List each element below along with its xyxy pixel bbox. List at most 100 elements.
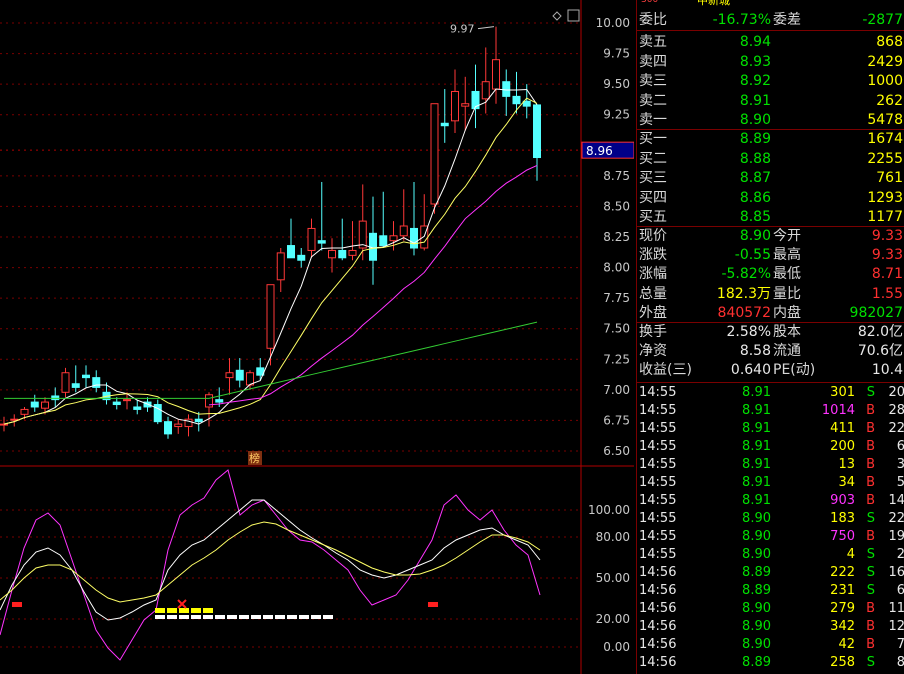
ask-price: 8.94 bbox=[739, 34, 771, 50]
tick-price: 8.90 bbox=[742, 529, 771, 544]
kline-chart-area[interactable]: 10.00 9.75 9.50 9.25 8.75 8.50 8.25 8.00 7.75 7.5… bbox=[0, 0, 634, 674]
weicha-value: -2877 bbox=[862, 12, 903, 28]
tick-time: 14:55 bbox=[639, 547, 677, 562]
tick-count: 19 bbox=[888, 529, 904, 544]
candle-body bbox=[20, 408, 29, 415]
candle-body bbox=[328, 249, 336, 259]
price-tick-label: 8.75 bbox=[603, 169, 630, 183]
tick-row: 14:56 8.90 342 B 12 bbox=[637, 618, 904, 636]
stat-label-2: 量比 bbox=[773, 285, 801, 302]
signal-bar-white bbox=[323, 615, 333, 619]
fund-value-2: 10.4 bbox=[871, 362, 903, 379]
tick-row: 14:55 8.91 903 B 14 bbox=[637, 492, 904, 510]
candle-body bbox=[30, 401, 39, 408]
tick-side: S bbox=[866, 511, 875, 526]
candle-body bbox=[41, 401, 49, 409]
candle-body bbox=[276, 252, 285, 281]
stat-value: -0.55 bbox=[734, 247, 771, 264]
candle-body bbox=[0, 423, 8, 426]
stat-value-2: 9.33 bbox=[871, 247, 903, 264]
tick-volume: 342 bbox=[830, 619, 855, 634]
tick-volume: 258 bbox=[830, 655, 855, 670]
tick-row: 14:55 8.91 13 B 3 bbox=[637, 456, 904, 474]
fund-value: 8.58 bbox=[739, 343, 771, 360]
tick-price: 8.91 bbox=[742, 421, 771, 436]
signal-bar-yellow bbox=[167, 608, 177, 613]
stat-value-2: 1.55 bbox=[871, 285, 903, 302]
ask-volume: 2429 bbox=[867, 53, 903, 70]
tick-side: S bbox=[866, 547, 875, 562]
price-tick-label: 8.25 bbox=[603, 230, 630, 244]
candle-body bbox=[307, 227, 316, 251]
tick-volume: 13 bbox=[838, 457, 855, 472]
tick-price: 8.91 bbox=[742, 385, 771, 400]
stat-label: 总量 bbox=[639, 285, 667, 302]
signal-bar-white bbox=[287, 615, 297, 619]
max-price-arrow bbox=[477, 26, 495, 30]
tick-price: 8.89 bbox=[742, 583, 771, 598]
tick-row: 14:55 8.91 411 B 22 bbox=[637, 420, 904, 438]
candle-body bbox=[410, 227, 418, 249]
tick-row: 14:55 8.90 4 S 2 bbox=[637, 546, 904, 564]
stat-label-2: 内盘 bbox=[773, 304, 801, 321]
signal-bar-white bbox=[251, 615, 261, 619]
signal-marker bbox=[428, 602, 438, 607]
indicator-tick-label: 20.00 bbox=[596, 612, 630, 626]
candle-body bbox=[112, 401, 121, 406]
tick-count: 5 bbox=[896, 475, 904, 490]
candle-body bbox=[71, 383, 80, 388]
signal-bar-white bbox=[203, 615, 213, 619]
candle-body bbox=[225, 372, 234, 379]
fund-label: 收益(三) bbox=[639, 362, 692, 379]
fund-label: 换手 bbox=[639, 324, 667, 340]
tick-time: 14:56 bbox=[639, 565, 677, 580]
price-tick-label: 7.00 bbox=[603, 383, 630, 397]
stat-row: 涨幅 -5.82% 最低 8.71 bbox=[637, 265, 904, 284]
signal-bar-yellow bbox=[179, 608, 189, 613]
candle-body bbox=[379, 235, 388, 247]
stat-label-2: 今开 bbox=[773, 228, 801, 244]
tick-volume: 42 bbox=[838, 637, 855, 652]
tick-price: 8.89 bbox=[742, 565, 771, 580]
tick-side: S bbox=[866, 565, 875, 580]
ask-volume: 1000 bbox=[867, 73, 903, 89]
candle-body bbox=[215, 399, 224, 403]
current-price-label: 8.96 bbox=[586, 144, 613, 158]
separator bbox=[637, 30, 904, 31]
tick-row: 14:56 8.90 42 B 7 bbox=[637, 636, 904, 654]
tick-price: 8.89 bbox=[742, 655, 771, 670]
bid-row: 买五 8.85 1177 bbox=[637, 208, 904, 227]
signal-bar-white bbox=[239, 615, 249, 619]
tick-time: 14:55 bbox=[639, 385, 677, 400]
candle-body bbox=[451, 90, 459, 122]
tick-count: 7 bbox=[896, 637, 904, 652]
bid-row: 买三 8.87 761 bbox=[637, 169, 904, 188]
fund-label-2: 流通 bbox=[773, 343, 801, 360]
bid-volume: 1177 bbox=[867, 209, 903, 225]
tick-volume: 903 bbox=[830, 493, 855, 508]
tick-row: 14:55 8.91 34 B 5 bbox=[637, 474, 904, 492]
weibi-label: 委比 bbox=[639, 12, 667, 28]
candle-body bbox=[533, 104, 541, 159]
tick-time: 14:56 bbox=[639, 655, 677, 670]
stat-value: 182.3万 bbox=[716, 285, 771, 302]
candle-body bbox=[123, 399, 131, 402]
price-tick-label: 7.50 bbox=[603, 322, 630, 336]
price-tick-label: 10.00 bbox=[596, 16, 630, 30]
tick-side: B bbox=[866, 601, 875, 616]
stat-label-2: 最低 bbox=[773, 266, 801, 283]
stat-value-2: 8.71 bbox=[871, 266, 903, 283]
signal-bar-white bbox=[179, 615, 189, 619]
fund-value: 2.58% bbox=[726, 324, 771, 340]
tick-price: 8.91 bbox=[742, 493, 771, 508]
ask-row: 卖五 8.94 868 bbox=[637, 33, 904, 52]
bid-row: 买四 8.86 1293 bbox=[637, 189, 904, 208]
candle-body bbox=[297, 254, 306, 261]
weicha-label: 委差 bbox=[773, 12, 801, 28]
tick-side: S bbox=[866, 655, 875, 670]
bid-volume: 1674 bbox=[867, 131, 903, 147]
tick-count: 6 bbox=[896, 439, 904, 454]
tick-side: B bbox=[866, 619, 875, 634]
tick-row: 14:56 8.90 279 B 11 bbox=[637, 600, 904, 618]
signal-bar-white bbox=[299, 615, 309, 619]
